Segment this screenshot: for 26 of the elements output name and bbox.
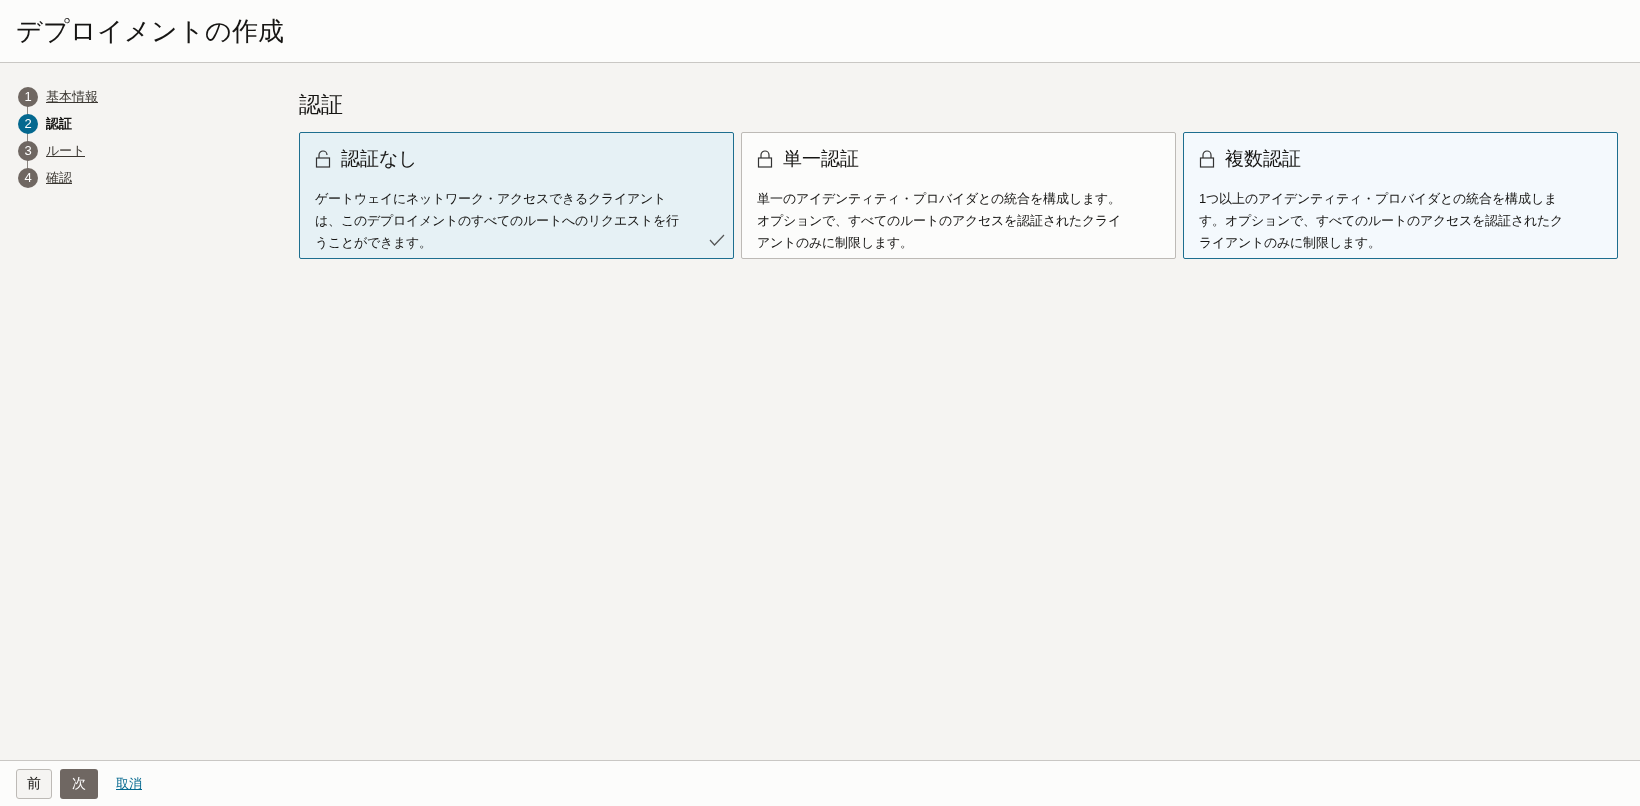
step-label[interactable]: 認証: [46, 113, 72, 134]
option-card[interactable]: 認証なし ゲートウェイにネットワーク・アクセスできるクライアントは、このデプロイメントのすべてのルートへのリクエストを行うことができます。: [299, 132, 734, 259]
padlock-icon: [1199, 150, 1215, 169]
option-title: 認証なし: [341, 147, 417, 171]
checkmark-icon: [709, 234, 725, 246]
cancel-link[interactable]: 取消: [116, 773, 142, 794]
option-description: 単一のアイデンティティ・プロバイダとの統合を構成します。オプションで、すべてのルートのアクセスを認証されたクライアントのみに制限します。: [757, 189, 1122, 252]
section-title: 認証: [299, 91, 344, 119]
option-card[interactable]: 複数認証 1つ以上のアイデンティティ・プロバイダとの統合を構成します。オプションで、すべてのルートのアクセスを認証されたクライアントのみに制限します。: [1183, 132, 1618, 259]
unlocked-padlock-icon: [315, 150, 331, 169]
option-card[interactable]: 単一認証 単一のアイデンティティ・プロバイダとの統合を構成します。オプションで、すべてのルートのアクセスを認証されたクライアントのみに制限します。: [741, 132, 1176, 259]
page-title: デプロイメントの作成: [16, 14, 284, 48]
next-button[interactable]: 次: [60, 768, 98, 799]
option-title: 複数認証: [1225, 147, 1301, 171]
step-link[interactable]: 確認: [46, 167, 72, 188]
step-link[interactable]: 基本情報: [46, 86, 98, 107]
padlock-icon: [757, 150, 773, 169]
step-number: 1: [18, 86, 38, 107]
step-number: 4: [18, 167, 38, 188]
step-number: 2: [18, 113, 38, 134]
step-number: 3: [18, 140, 38, 161]
option-description: ゲートウェイにネットワーク・アクセスできるクライアントは、このデプロイメントのすべてのルートへのリクエストを行うことができます。: [315, 189, 680, 252]
option-title: 単一認証: [783, 147, 859, 171]
option-description: 1つ以上のアイデンティティ・プロバイダとの統合を構成します。オプションで、すべてのルートのアクセスを認証されたクライアントのみに制限します。: [1199, 189, 1564, 252]
step-link[interactable]: ルート: [46, 140, 85, 161]
previous-button[interactable]: 前: [16, 768, 52, 799]
